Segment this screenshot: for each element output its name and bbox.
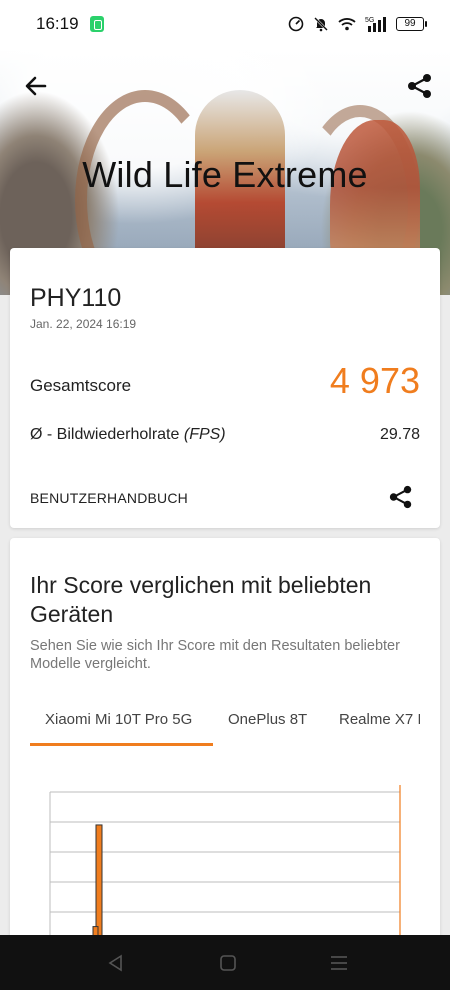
share-icon[interactable] [406, 72, 434, 100]
fps-value: 29.78 [379, 426, 420, 443]
app-notification-icon [90, 16, 104, 32]
status-icons: 5G 99 [288, 14, 427, 34]
share-result-icon[interactable] [388, 484, 414, 510]
mute-icon [313, 16, 329, 32]
wifi-icon [338, 17, 356, 31]
tab-realme-x7[interactable]: Realme X7 I [339, 711, 420, 728]
nav-back-icon[interactable] [106, 953, 126, 973]
nav-home-icon[interactable] [218, 953, 238, 973]
fps-label-text: Ø - Bildwiederholrate [30, 426, 180, 443]
signal-icon: 5G [365, 16, 387, 32]
status-time: 16:19 [36, 14, 79, 33]
tab-oneplus-8t[interactable]: OnePlus 8T [228, 711, 307, 728]
fps-label: Ø - Bildwiederholrate (FPS) [30, 426, 226, 444]
nav-menu-icon[interactable] [329, 953, 349, 973]
compare-title: Ihr Score verglichen mit beliebten Gerät… [30, 572, 372, 627]
tab-xiaomi-mi-10t-pro-5g[interactable]: Xiaomi Mi 10T Pro 5G [45, 711, 192, 728]
compare-card: Ihr Score verglichen mit beliebten Gerät… [10, 538, 440, 958]
system-nav-bar [0, 935, 450, 990]
device-tabs: Xiaomi Mi 10T Pro 5G OnePlus 8T Realme X… [30, 701, 420, 747]
result-date: Jan. 22, 2024 16:19 [30, 317, 137, 331]
compare-description: Sehen Sie wie sich Ihr Score mit den Res… [30, 638, 400, 672]
battery-icon: 99 [396, 17, 427, 31]
arrow-left-icon[interactable] [22, 72, 50, 100]
score-value: 4 973 [329, 360, 420, 401]
fps-label-unit: (FPS) [183, 426, 226, 443]
comparison-chart [49, 785, 401, 958]
speed-icon [288, 16, 304, 32]
page-title: Wild Life Extreme [82, 154, 368, 195]
user-manual-link[interactable]: BENUTZERHANDBUCH [30, 490, 188, 506]
device-name: PHY110 [30, 284, 122, 312]
score-label: Gesamtscore [30, 376, 132, 395]
active-tab-indicator [30, 743, 213, 746]
status-bar: 16:19 5G 99 [0, 0, 450, 50]
network-type: 5G [365, 17, 374, 24]
result-card: PHY110 Jan. 22, 2024 16:19 Gesamtscore 4… [10, 248, 440, 528]
